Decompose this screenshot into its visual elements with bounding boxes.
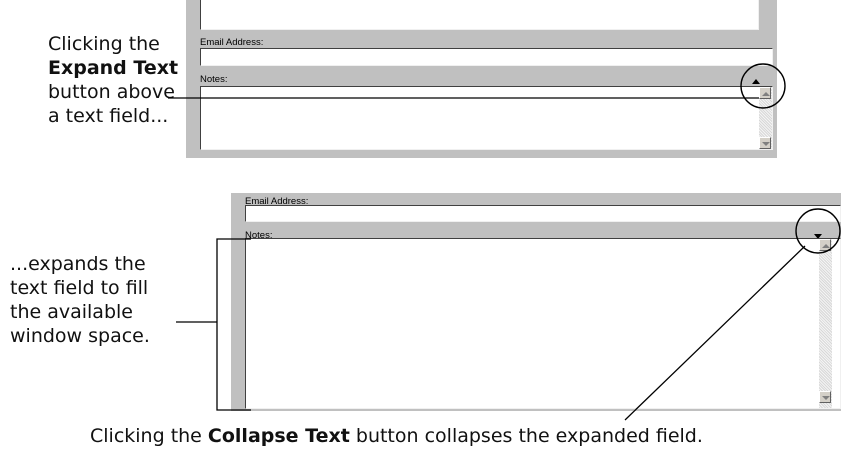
top-window: Email Address: Notes: (186, 0, 777, 158)
top-caption: Clicking the Expand Text button above a … (48, 32, 178, 128)
top-partial-field[interactable] (200, 0, 759, 30)
email-label: Email Address: (200, 37, 264, 48)
expand-text-bold: Expand Text (48, 57, 179, 79)
scroll-down-arrow-icon (762, 142, 770, 146)
collapse-text-bold: Collapse Text (207, 425, 350, 447)
notes-field[interactable] (200, 86, 773, 150)
scroll-down-button[interactable] (819, 391, 831, 403)
mid-caption-line-4: window space. (10, 325, 150, 347)
bottom-caption: Clicking the Collapse Text button collap… (90, 424, 703, 448)
mid-caption-line-3: the available (10, 301, 133, 323)
bottom-caption-prefix: Clicking the (90, 425, 208, 447)
bottom-window: Email Address: Notes: (231, 193, 841, 411)
scroll-up-button[interactable] (819, 239, 831, 251)
email-field[interactable] (245, 205, 841, 222)
scroll-up-button[interactable] (759, 87, 771, 99)
top-caption-line-2: Expand Text (48, 56, 178, 80)
mid-caption: ...expands the text field to fill the av… (10, 252, 150, 348)
notes-label: Notes: (200, 74, 228, 85)
scroll-down-arrow-icon (822, 396, 830, 400)
scroll-up-arrow-icon (822, 244, 830, 248)
email-field[interactable] (200, 48, 773, 66)
top-caption-line-4: a text field... (48, 105, 169, 127)
mid-caption-line-2: text field to fill (10, 277, 149, 299)
notes-scrollbar[interactable] (819, 239, 832, 408)
top-caption-line-3: button above (48, 81, 175, 103)
notes-field-expanded[interactable] (245, 238, 841, 409)
top-caption-line-1: Clicking the (48, 33, 160, 55)
scroll-down-button[interactable] (759, 137, 771, 149)
scroll-up-arrow-icon (762, 92, 770, 96)
mid-caption-line-1: ...expands the (10, 253, 146, 275)
expand-text-button[interactable] (749, 72, 763, 84)
bottom-caption-suffix: button collapses the expanded field. (349, 425, 703, 447)
